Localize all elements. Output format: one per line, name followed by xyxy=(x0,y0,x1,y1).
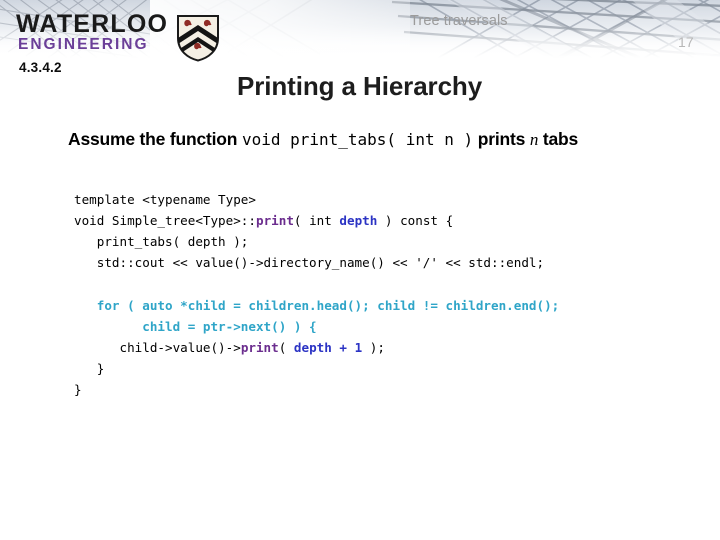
code-token-plain: ); xyxy=(362,340,385,355)
slide: WATERLOO ENGINEERING 4.3.4.2 Tree traver… xyxy=(0,0,720,540)
assume-signature: void print_tabs( int n ) xyxy=(241,130,474,149)
page-title: Printing a Hierarchy xyxy=(237,71,483,102)
assume-middle: prints xyxy=(473,129,530,149)
code-token-plain: void Simple_tree<Type>:: xyxy=(74,212,256,228)
logo-wordmark-waterloo: WATERLOO xyxy=(16,10,169,38)
assume-suffix: tabs xyxy=(538,129,579,149)
university-crest-icon xyxy=(176,14,220,62)
assume-variable: n xyxy=(529,130,539,149)
code-line-close-outer: } xyxy=(74,382,82,398)
section-number: 4.3.4.2 xyxy=(19,60,62,75)
slide-number: 17 xyxy=(678,34,694,50)
code-token-variable: depth + 1 xyxy=(293,340,363,355)
topic-label: Tree traversals xyxy=(410,13,508,29)
code-line-for-head: for ( auto *child = children.head(); chi… xyxy=(74,297,560,313)
code-line-cout: std::cout << value()->directory_name() <… xyxy=(74,255,545,271)
code-line-for-increment: child = ptr->next() ) { xyxy=(74,318,317,334)
code-token-plain: child->value()-> xyxy=(74,340,241,355)
code-block: template <typename Type> void Simple_tree… xyxy=(74,189,674,401)
code-token-variable: depth xyxy=(339,212,378,228)
code-line-signature: void Simple_tree<Type>::print( int depth… xyxy=(74,210,674,231)
code-token-function: print xyxy=(255,212,294,228)
code-line-print-tabs: print_tabs( depth ); xyxy=(74,234,249,249)
assume-prefix: Assume the function xyxy=(68,129,242,149)
code-token-plain: ) const { xyxy=(377,212,454,228)
code-line-template: template <typename Type> xyxy=(74,191,256,207)
code-token-plain: ( int xyxy=(293,212,340,228)
code-line-recursive-call: child->value()->print( depth + 1 ); xyxy=(74,337,674,358)
code-token-plain: ( xyxy=(278,340,294,355)
logo-wordmark-engineering: ENGINEERING xyxy=(18,36,149,53)
code-line-close-inner: } xyxy=(74,361,105,377)
assumption-statement: Assume the function void print_tabs( int… xyxy=(68,129,578,150)
waterloo-engineering-logo: WATERLOO ENGINEERING xyxy=(16,10,219,62)
code-token-function: print xyxy=(240,340,279,355)
